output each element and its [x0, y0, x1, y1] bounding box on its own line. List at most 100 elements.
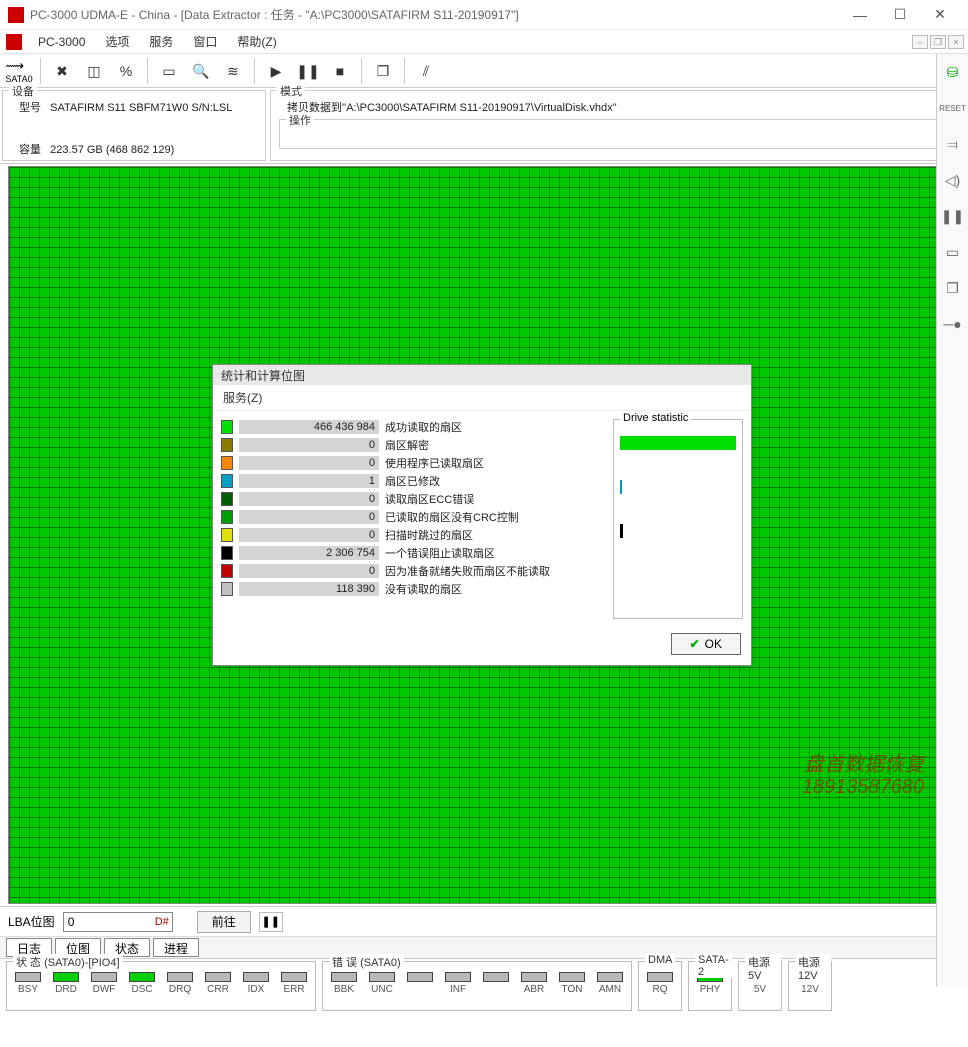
led-label: BBK [334, 984, 354, 995]
led-indicator [521, 972, 547, 982]
script-icon[interactable]: ◫ [79, 57, 109, 85]
disk-icon[interactable]: ⛁ [940, 60, 966, 84]
window-titlebar: PC-3000 UDMA-E - China - [Data Extractor… [0, 0, 968, 30]
tools-icon[interactable]: ✖︎ [47, 57, 77, 85]
menu-help[interactable]: 帮助(Z) [229, 31, 284, 52]
stat-value: 0 [239, 438, 379, 452]
plug-icon[interactable]: ─● [940, 312, 966, 336]
led-ABR: ABR [519, 972, 549, 995]
chart-icon[interactable]: ⫽ [411, 57, 441, 85]
toolbar: ⟿SATA0 ✖︎ ◫ % ▭ 🔍 ≋ ▶ ❚❚ ■ ❐ ⫽ [0, 54, 968, 88]
drive-stat-tick-cyan [620, 480, 622, 494]
play-button[interactable]: ▶ [261, 57, 291, 85]
lba-pause-icon[interactable]: ❚❚ [259, 912, 283, 932]
speaker-icon[interactable]: ◁) [940, 168, 966, 192]
led-indicator [15, 972, 41, 982]
led-UNC: UNC [367, 972, 397, 995]
stat-row: 0 使用程序已读取扇区 [221, 455, 605, 471]
stack-icon[interactable]: ❐ [940, 276, 966, 300]
lba-input[interactable] [63, 912, 173, 932]
pause-side-icon[interactable]: ❚❚ [940, 204, 966, 228]
close-button[interactable]: ✕ [920, 1, 960, 29]
status-legend-1: 状 态 (SATA0)-[PIO4] [13, 954, 123, 970]
stat-value: 0 [239, 510, 379, 524]
stat-row: 466 436 984 成功读取的扇区 [221, 419, 605, 435]
stat-color-swatch [221, 510, 233, 524]
dialog-title[interactable]: 统计和计算位图 [213, 365, 751, 385]
menu-options[interactable]: 选项 [97, 31, 137, 52]
reset-icon[interactable]: RESET [940, 96, 966, 120]
status-group-error: 错 误 (SATA0) BBKUNCINFABRTONAMN [322, 961, 632, 1011]
stat-color-swatch [221, 420, 233, 434]
led-indicator [331, 972, 357, 982]
ok-button[interactable]: ✔ OK [671, 633, 741, 655]
led-blank [405, 972, 435, 995]
stat-value: 0 [239, 456, 379, 470]
menu-window[interactable]: 窗口 [185, 31, 225, 52]
minimize-button[interactable]: — [840, 1, 880, 29]
mode-group: 模式 拷贝数据到''A:\PC3000\SATAFIRM S11-2019091… [270, 90, 966, 161]
led-label: UNC [371, 984, 393, 995]
led-label: AMN [599, 984, 621, 995]
led-indicator [407, 972, 433, 982]
led-label: INF [450, 984, 466, 995]
stat-color-swatch [221, 564, 233, 578]
doc-icon[interactable]: ▭ [940, 240, 966, 264]
led-label: CRR [207, 984, 229, 995]
stat-color-swatch [221, 546, 233, 560]
stat-label: 没有读取的扇区 [385, 581, 462, 597]
led-blank [481, 972, 511, 995]
watermark: 盘首数据恢复 18913587680 [802, 754, 924, 798]
led-label: IDX [248, 984, 265, 995]
stat-color-swatch [221, 492, 233, 506]
stat-label: 扫描时跳过的扇区 [385, 527, 473, 543]
percent-icon[interactable]: % [111, 57, 141, 85]
menu-app-label[interactable]: PC-3000 [30, 33, 93, 51]
stat-value: 2 306 754 [239, 546, 379, 560]
goto-button[interactable]: 前往 [197, 911, 251, 933]
led-label: PHY [700, 984, 721, 995]
mdi-restore[interactable]: ❐ [930, 35, 946, 49]
copy-icon[interactable]: ❐ [368, 57, 398, 85]
dialog-menu-service[interactable]: 服务(Z) [213, 385, 751, 411]
mdi-minimize[interactable]: – [912, 35, 928, 49]
stat-label: 一个错误阻止读取扇区 [385, 545, 495, 561]
led-label: TON [562, 984, 583, 995]
led-DRD: DRD [51, 972, 81, 995]
led-indicator [647, 972, 673, 982]
menu-service[interactable]: 服务 [141, 31, 181, 52]
mdi-close[interactable]: × [948, 35, 964, 49]
led-indicator [205, 972, 231, 982]
maximize-button[interactable]: ☐ [880, 1, 920, 29]
led-label: DRQ [169, 984, 191, 995]
led-BBK: BBK [329, 972, 359, 995]
tab-process[interactable]: 进程 [153, 938, 199, 957]
file-icon[interactable]: ▭ [154, 57, 184, 85]
statistics-dialog: 统计和计算位图 服务(Z) 466 436 984 成功读取的扇区 0 扇区解密… [212, 364, 752, 666]
stat-row: 0 扇区解密 [221, 437, 605, 453]
led-TON: TON [557, 972, 587, 995]
stat-color-swatch [221, 438, 233, 452]
sata-port-button[interactable]: ⟿SATA0 [4, 57, 34, 85]
led-DRQ: DRQ [165, 972, 195, 995]
pause-button[interactable]: ❚❚ [293, 57, 323, 85]
stat-value: 1 [239, 474, 379, 488]
led-indicator [597, 972, 623, 982]
db-icon[interactable]: ≋ [218, 57, 248, 85]
device-group: 设备 型号 SATAFIRM S11 SBFM71W0 S/N:LSL 容量 2… [2, 90, 266, 161]
stat-value: 0 [239, 564, 379, 578]
led-label: DSC [131, 984, 152, 995]
stat-row: 2 306 754 一个错误阻止读取扇区 [221, 545, 605, 561]
stat-color-swatch [221, 474, 233, 488]
connector-icon[interactable]: ⫤ [940, 132, 966, 156]
stop-button[interactable]: ■ [325, 57, 355, 85]
search-icon[interactable]: 🔍 [186, 57, 216, 85]
led-IDX: IDX [241, 972, 271, 995]
led-DSC: DSC [127, 972, 157, 995]
mode-legend: 模式 [277, 83, 305, 99]
status-group-dma: DMA RQ [638, 961, 682, 1011]
model-label: 型号 [19, 102, 41, 114]
led-label: BSY [18, 984, 38, 995]
device-capacity-row: 容量 223.57 GB (468 862 129) [9, 135, 259, 159]
stat-label: 使用程序已读取扇区 [385, 455, 484, 471]
